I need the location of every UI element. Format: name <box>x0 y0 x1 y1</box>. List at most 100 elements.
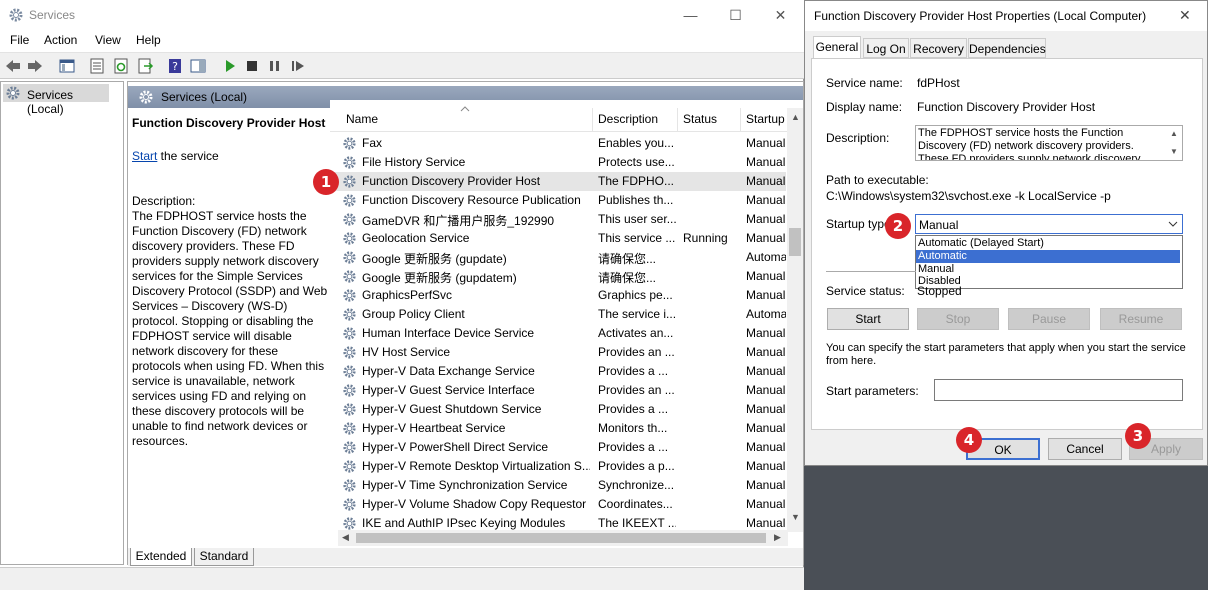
description-text: The FDPHOST service hosts the Function D… <box>132 209 328 448</box>
table-row[interactable]: Hyper-V PowerShell Direct Service Provide… <box>330 438 786 457</box>
column-description[interactable]: Description <box>598 112 658 126</box>
start-service-icon[interactable] <box>221 57 239 75</box>
table-row[interactable]: Hyper-V Guest Service Interface Provides … <box>330 381 786 400</box>
properties-icon[interactable] <box>88 57 106 75</box>
refresh-icon[interactable] <box>112 57 130 75</box>
row-name: Hyper-V Time Synchronization Service <box>362 478 568 492</box>
cancel-button[interactable]: Cancel <box>1048 438 1122 460</box>
row-startup: Manual <box>746 212 786 226</box>
scroll-thumb[interactable] <box>789 228 801 256</box>
display-name-label: Display name: <box>826 100 903 114</box>
row-name: GraphicsPerfSvc <box>362 288 453 302</box>
table-row[interactable]: GraphicsPerfSvc Graphics pe... Manual <box>330 286 786 305</box>
scroll-left-icon[interactable]: ◀ <box>342 532 349 543</box>
service-gear-icon <box>342 478 357 493</box>
tab-extended[interactable]: Extended <box>130 548 192 566</box>
menu-file[interactable]: File <box>10 33 29 47</box>
service-gear-icon <box>342 516 357 531</box>
row-name: IKE and AuthIP IPsec Keying Modules <box>362 516 566 530</box>
back-icon[interactable] <box>4 57 22 75</box>
table-row[interactable]: Fax Enables you... Manual <box>330 134 786 153</box>
scroll-down-icon[interactable]: ▼ <box>791 512 800 522</box>
row-name: Human Interface Device Service <box>362 326 535 340</box>
restart-service-icon[interactable] <box>289 57 307 75</box>
column-name[interactable]: Name <box>346 112 378 126</box>
table-row[interactable]: Hyper-V Heartbeat Service Monitors th... M… <box>330 419 786 438</box>
row-description: Monitors th... <box>598 421 668 435</box>
desc-scroll-up-icon[interactable]: ▲ <box>1170 129 1178 138</box>
services-gear-icon <box>6 86 20 100</box>
table-row[interactable]: HV Host Service Provides an ... Manual <box>330 343 786 362</box>
tab-standard[interactable]: Standard <box>194 548 254 566</box>
pause-service-icon[interactable] <box>266 57 284 75</box>
table-row[interactable]: File History Service Protects use... Manua… <box>330 153 786 172</box>
scroll-thumb-h[interactable] <box>356 533 766 543</box>
table-row[interactable]: Group Policy Client The service i... Autom… <box>330 305 786 324</box>
column-status[interactable]: Status <box>683 112 717 126</box>
start-service-line: Start the service <box>132 149 328 164</box>
table-row[interactable]: Hyper-V Volume Shadow Copy Requestor Coor… <box>330 495 786 514</box>
start-button[interactable]: Start <box>827 308 909 330</box>
service-gear-icon <box>342 250 357 265</box>
table-row[interactable]: Geolocation Service This service ... Runni… <box>330 229 786 248</box>
table-row[interactable]: Human Interface Device Service Activates … <box>330 324 786 343</box>
service-gear-icon <box>342 231 357 246</box>
help-icon[interactable]: ? <box>166 57 184 75</box>
menu-action[interactable]: Action <box>44 33 77 47</box>
menu-help[interactable]: Help <box>136 33 161 47</box>
scroll-up-icon[interactable]: ▲ <box>791 112 800 122</box>
table-row[interactable]: Hyper-V Guest Shutdown Service Provides a… <box>330 400 786 419</box>
table-row[interactable]: GameDVR 和广播用户服务_192990 This user ser... Ma… <box>330 210 786 229</box>
startup-type-select[interactable]: Manual <box>915 214 1183 234</box>
horizontal-scrollbar[interactable]: ◀ ▶ <box>338 530 788 546</box>
tab-recovery[interactable]: Recovery <box>910 38 967 58</box>
dialog-close-icon[interactable]: ✕ <box>1179 7 1191 24</box>
table-row[interactable]: Hyper-V Data Exchange Service Provides a … <box>330 362 786 381</box>
description-label: Description: <box>132 194 196 208</box>
minimize-button[interactable]: — <box>668 0 713 30</box>
console-tree-icon[interactable] <box>58 57 76 75</box>
option-automatic[interactable]: Automatic <box>916 250 1180 263</box>
table-row[interactable]: Hyper-V Time Synchronization Service Sync… <box>330 476 786 495</box>
stop-button[interactable]: Stop <box>917 308 999 330</box>
dialog-title-bar: Function Discovery Provider Host Propert… <box>805 1 1207 31</box>
services-list: Name Description Status Startup Fax Enabl… <box>330 100 803 546</box>
service-name-value: fdPHost <box>917 76 960 90</box>
row-name: HV Host Service <box>362 345 451 359</box>
start-params-label: Start parameters: <box>826 384 919 398</box>
tab-general[interactable]: General <box>813 36 861 59</box>
services-gear-icon <box>139 90 153 104</box>
start-params-input[interactable] <box>934 379 1183 401</box>
resume-button[interactable]: Resume <box>1100 308 1182 330</box>
show-hide-action-pane-icon[interactable] <box>189 57 207 75</box>
service-status-label: Service status: <box>826 284 905 298</box>
export-list-icon[interactable] <box>136 57 154 75</box>
menu-view[interactable]: View <box>95 33 121 47</box>
table-row[interactable]: Function Discovery Provider Host The FDPH… <box>330 172 786 191</box>
tab-log-on[interactable]: Log On <box>863 38 909 58</box>
row-description: Provides a ... <box>598 402 669 416</box>
column-startup[interactable]: Startup <box>746 112 785 126</box>
pause-button[interactable]: Pause <box>1008 308 1090 330</box>
close-button[interactable]: ✕ <box>758 0 803 30</box>
description-box[interactable]: The FDPHOST service hosts the Function D… <box>915 125 1183 161</box>
service-gear-icon <box>342 288 357 303</box>
tree-item-services-local[interactable]: Services (Local) <box>3 84 109 116</box>
scroll-right-icon[interactable]: ▶ <box>774 532 781 543</box>
vertical-scrollbar[interactable]: ▲ ▼ <box>787 108 803 532</box>
option-automatic-delayed[interactable]: Automatic (Delayed Start) <box>916 237 1180 250</box>
stop-service-icon[interactable] <box>243 57 261 75</box>
toolbar: ? <box>0 52 804 79</box>
row-name: Group Policy Client <box>362 307 465 321</box>
maximize-button[interactable]: ☐ <box>713 0 758 30</box>
title-bar: Services — ☐ ✕ <box>0 0 804 30</box>
row-description: Synchronize... <box>598 478 675 492</box>
table-row[interactable]: Hyper-V Remote Desktop Virtualization S.… <box>330 457 786 476</box>
desc-scroll-down-icon[interactable]: ▼ <box>1170 147 1178 156</box>
forward-icon[interactable] <box>26 57 44 75</box>
table-row[interactable]: Google 更新服务 (gupdate) 请确保您... Automa <box>330 248 786 267</box>
table-row[interactable]: Google 更新服务 (gupdatem) 请确保您... Manual <box>330 267 786 286</box>
table-row[interactable]: Function Discovery Resource Publication P… <box>330 191 786 210</box>
tab-dependencies[interactable]: Dependencies <box>968 38 1046 58</box>
start-service-link[interactable]: Start <box>132 149 157 163</box>
